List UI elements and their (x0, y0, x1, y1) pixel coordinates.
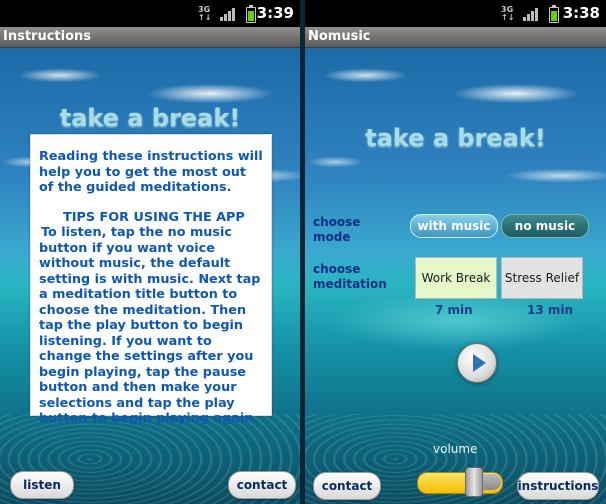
status-bar: 3G ↑↓ 3:39 (0, 0, 300, 27)
choose-mode-label: choose mode (313, 215, 361, 244)
status-time: 3:39 (256, 4, 294, 22)
network-data-icon: 3G ↑↓ (501, 5, 515, 22)
app-title-bar: Nomusic (305, 27, 606, 48)
battery-icon (246, 5, 256, 23)
instructions-button[interactable]: instructions (517, 472, 599, 500)
status-time: 3:38 (562, 4, 600, 22)
tips-body: To listen, tap the no music button if yo… (39, 225, 261, 426)
headline: take a break! (59, 104, 241, 132)
instructions-screen: 3G ↑↓ 3:39 Instructions take a break! Rea… (0, 0, 300, 504)
stress-relief-button[interactable]: Stress Relief (501, 257, 583, 299)
app-title: Instructions (3, 29, 92, 44)
signal-icon (220, 8, 235, 21)
volume-slider-thumb[interactable] (465, 467, 483, 497)
instructions-panel[interactable]: Reading these instructions will help you… (30, 134, 272, 426)
nomusic-screen: 3G ↑↓ 3:38 Nomusic take a break! choose m… (305, 0, 606, 504)
choose-meditation-label: choose meditation (313, 262, 387, 291)
stress-relief-duration: 13 min (527, 303, 574, 317)
network-data-icon: 3G ↑↓ (198, 5, 212, 22)
app-title-bar: Instructions (0, 27, 300, 48)
headline: take a break! (365, 124, 546, 152)
app-title: Nomusic (308, 29, 371, 44)
signal-icon (523, 8, 538, 21)
with-music-button[interactable]: with music (410, 214, 498, 238)
work-break-duration: 7 min (435, 303, 473, 317)
work-break-button[interactable]: Work Break (415, 257, 497, 299)
instructions-intro: Reading these instructions will help you… (39, 149, 263, 195)
contact-button[interactable]: contact (313, 472, 381, 500)
listen-button[interactable]: listen (10, 471, 74, 499)
contact-button[interactable]: contact (228, 471, 296, 499)
play-icon[interactable] (457, 343, 497, 383)
no-music-button[interactable]: no music (501, 214, 589, 238)
battery-icon (549, 5, 559, 23)
tips-heading: TIPS FOR USING THE APP (63, 209, 245, 225)
volume-label: volume (433, 442, 478, 456)
status-bar: 3G ↑↓ 3:38 (305, 0, 606, 27)
